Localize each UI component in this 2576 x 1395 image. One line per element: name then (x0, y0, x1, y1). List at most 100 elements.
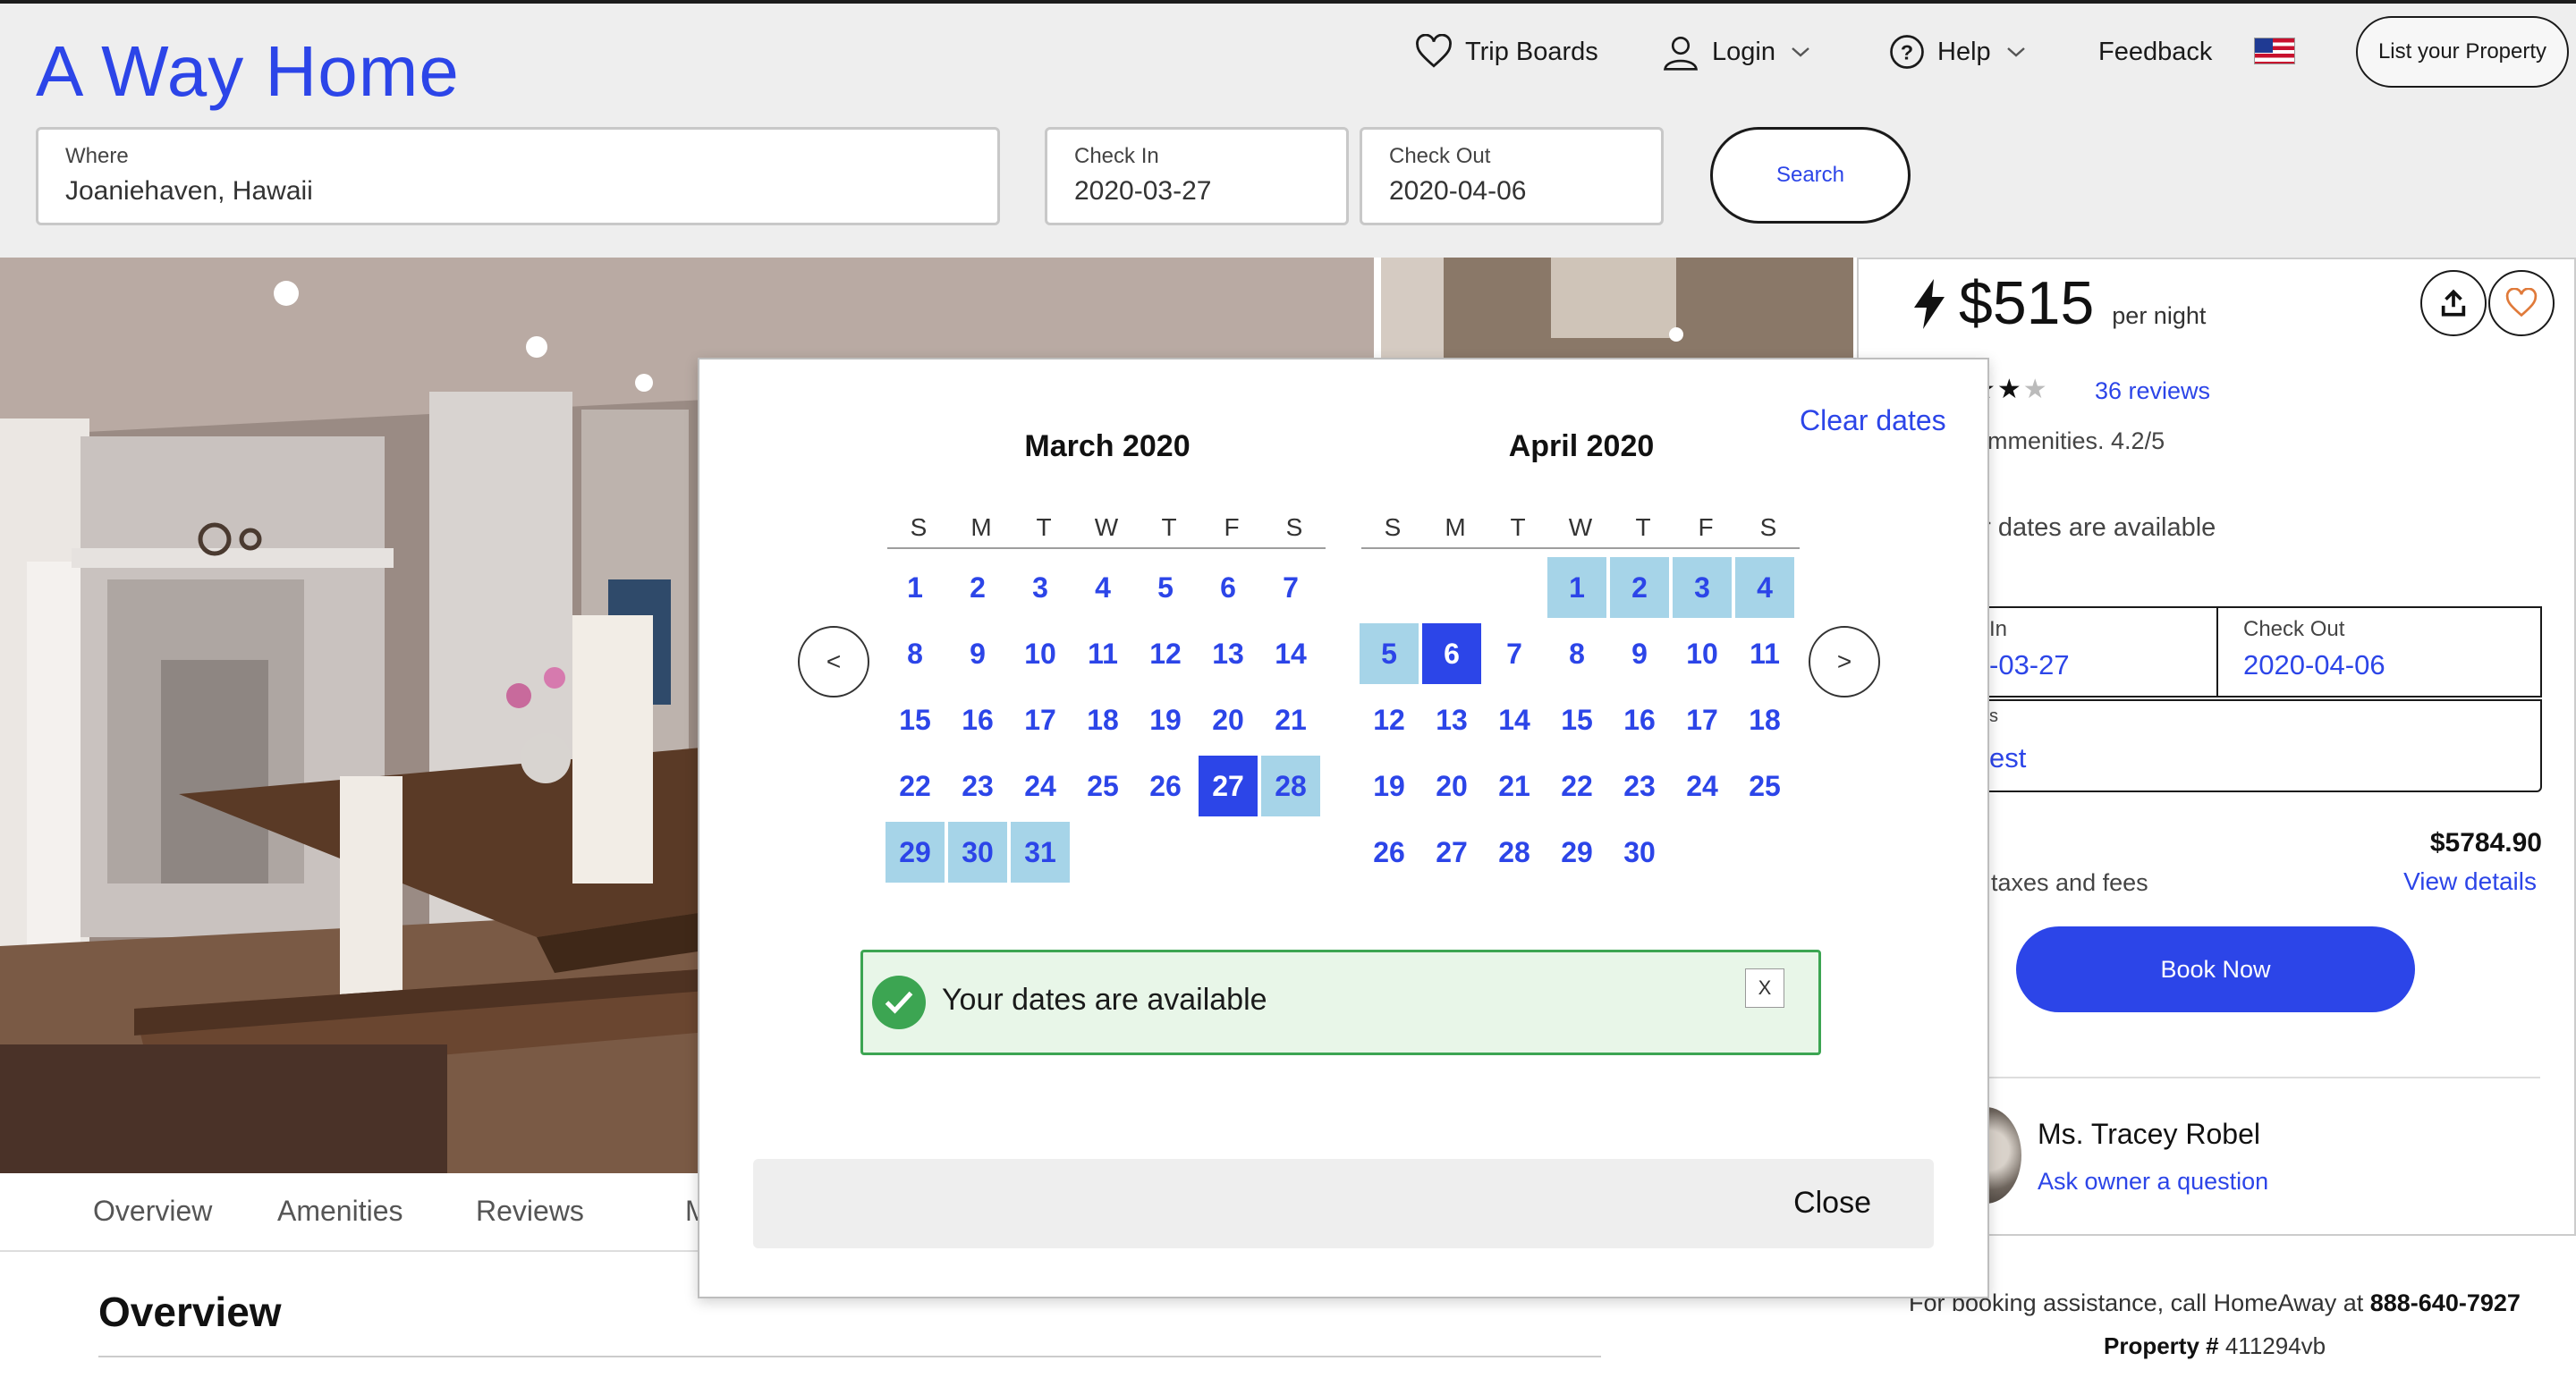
empty-star: ★ (2022, 375, 2049, 404)
day-cell[interactable]: 22 (884, 753, 946, 819)
panel-check-out[interactable]: Check Out 2020-04-06 (2216, 606, 2542, 698)
instant-book-bolt-icon (1914, 279, 1945, 329)
favorite-button[interactable] (2488, 270, 2555, 336)
day-cell[interactable]: 12 (1358, 687, 1420, 753)
prev-month-button[interactable]: < (798, 626, 869, 698)
day-cell[interactable]: 12 (1134, 621, 1197, 687)
day-cell[interactable]: 5 (1134, 554, 1197, 621)
where-field[interactable]: Where Joaniehaven, Hawaii (36, 127, 1000, 225)
day-cell[interactable]: 16 (1608, 687, 1671, 753)
day-cell[interactable]: 15 (884, 687, 946, 753)
view-details-link[interactable]: View details (2403, 867, 2537, 896)
day-cell[interactable]: 1 (884, 554, 946, 621)
panel-check-in-label: In (1989, 617, 2008, 641)
selected-day-cell[interactable]: 27 (1199, 756, 1258, 816)
tab-overview[interactable]: Overview (93, 1195, 212, 1228)
day-cell[interactable]: 10 (1009, 621, 1072, 687)
login-menu[interactable]: Login (1662, 32, 1811, 72)
close-modal-button[interactable]: Close (753, 1159, 1934, 1248)
day-cell[interactable]: 25 (1072, 753, 1134, 819)
day-cell[interactable]: 17 (1009, 687, 1072, 753)
day-cell[interactable]: 2 (946, 554, 1009, 621)
day-cell[interactable]: 14 (1259, 621, 1322, 687)
us-flag-icon[interactable] (2254, 38, 2295, 64)
amenities-rating: mmenities. 4.2/5 (1987, 427, 2165, 454)
calendar-grid-april: 1 2 3 4 5 6 7 8 9 10 11 12 13 14 15 16 17 18 19 20 21 22 23 24 2… (1358, 554, 1796, 885)
day-cell[interactable]: 21 (1483, 753, 1546, 819)
book-now-button[interactable]: Book Now (2016, 926, 2415, 1012)
day-cell[interactable]: 3 (1009, 554, 1072, 621)
day-cell[interactable]: 7 (1483, 621, 1546, 687)
day-cell[interactable]: 11 (1072, 621, 1134, 687)
in-range-day-cell[interactable]: 28 (1261, 756, 1320, 816)
day-cell[interactable]: 11 (1733, 621, 1796, 687)
day-cell[interactable]: 6 (1197, 554, 1259, 621)
list-property-button[interactable]: List your Property (2356, 16, 2569, 88)
day-cell[interactable]: 9 (1608, 621, 1671, 687)
in-range-day-cell[interactable]: 4 (1735, 557, 1794, 618)
tab-reviews[interactable]: Reviews (476, 1195, 584, 1228)
check-in-field[interactable]: Check In 2020-03-27 (1045, 127, 1349, 225)
day-cell[interactable]: 26 (1358, 819, 1420, 885)
day-cell[interactable]: 10 (1671, 621, 1733, 687)
day-cell[interactable]: 15 (1546, 687, 1608, 753)
day-cell[interactable]: 20 (1197, 687, 1259, 753)
selected-day-cell[interactable]: 6 (1422, 623, 1481, 684)
day-cell[interactable]: 23 (1608, 753, 1671, 819)
ask-owner-link[interactable]: Ask owner a question (2038, 1168, 2268, 1196)
in-range-day-cell[interactable]: 29 (886, 822, 945, 883)
weekday-header-april: SMTWTFS (1361, 513, 1800, 549)
site-logo[interactable]: A Way Home (36, 30, 460, 113)
check-out-field[interactable]: Check Out 2020-04-06 (1360, 127, 1664, 225)
search-button[interactable]: Search (1710, 127, 1911, 224)
in-range-day-cell[interactable]: 3 (1673, 557, 1732, 618)
day-cell[interactable]: 16 (946, 687, 1009, 753)
day-cell[interactable]: 18 (1733, 687, 1796, 753)
day-cell[interactable]: 22 (1546, 753, 1608, 819)
in-range-day-cell[interactable]: 1 (1547, 557, 1606, 618)
day-cell[interactable]: 7 (1259, 554, 1322, 621)
day-cell[interactable]: 14 (1483, 687, 1546, 753)
day-cell[interactable]: 19 (1358, 753, 1420, 819)
in-range-day-cell[interactable]: 31 (1011, 822, 1070, 883)
chevron-down-icon (1792, 47, 1809, 57)
reviews-link[interactable]: 36 reviews (2095, 377, 2210, 405)
alert-close-button[interactable]: X (1745, 968, 1784, 1008)
check-circle-icon (872, 976, 926, 1029)
day-cell[interactable]: 4 (1072, 554, 1134, 621)
assistance-phone[interactable]: 888-640-7927 (2370, 1289, 2521, 1316)
day-cell[interactable]: 8 (1546, 621, 1608, 687)
day-cell[interactable]: 19 (1134, 687, 1197, 753)
feedback-link[interactable]: Feedback (2098, 32, 2212, 72)
in-range-day-cell[interactable]: 2 (1610, 557, 1669, 618)
day-cell[interactable]: 18 (1072, 687, 1134, 753)
day-cell[interactable]: 24 (1009, 753, 1072, 819)
day-cell[interactable]: 24 (1671, 753, 1733, 819)
panel-guests[interactable]: s est (1932, 699, 2542, 792)
day-cell[interactable]: 21 (1259, 687, 1322, 753)
trip-boards-link[interactable]: Trip Boards (1415, 32, 1598, 72)
tab-amenities[interactable]: Amenities (277, 1195, 403, 1228)
day-cell[interactable]: 26 (1134, 753, 1197, 819)
help-menu[interactable]: ? Help (1889, 32, 2027, 72)
login-label: Login (1712, 37, 1775, 66)
day-cell[interactable]: 25 (1733, 753, 1796, 819)
day-cell[interactable]: 29 (1546, 819, 1608, 885)
share-button[interactable] (2420, 270, 2487, 336)
in-range-day-cell[interactable]: 30 (948, 822, 1007, 883)
day-cell[interactable]: 28 (1483, 819, 1546, 885)
clear-dates-button[interactable]: Clear dates (1800, 404, 1946, 437)
day-cell[interactable]: 13 (1197, 621, 1259, 687)
day-cell[interactable]: 17 (1671, 687, 1733, 753)
day-cell[interactable]: 8 (884, 621, 946, 687)
weekday-label: T (1161, 513, 1177, 541)
check-in-value: 2020-03-27 (1074, 176, 1212, 206)
day-cell[interactable]: 20 (1420, 753, 1483, 819)
day-cell[interactable]: 30 (1608, 819, 1671, 885)
in-range-day-cell[interactable]: 5 (1360, 623, 1419, 684)
day-cell[interactable]: 23 (946, 753, 1009, 819)
next-month-button[interactable]: > (1809, 626, 1880, 698)
day-cell[interactable]: 9 (946, 621, 1009, 687)
day-cell[interactable]: 13 (1420, 687, 1483, 753)
day-cell[interactable]: 27 (1420, 819, 1483, 885)
